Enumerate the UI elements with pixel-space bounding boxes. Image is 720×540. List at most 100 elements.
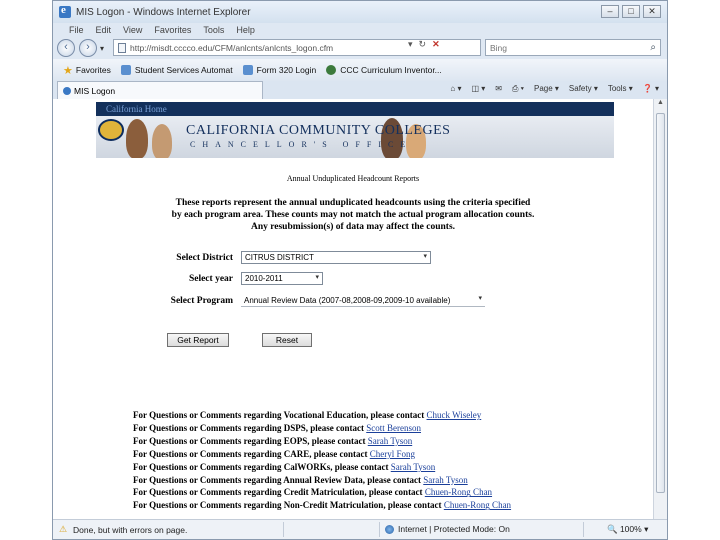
safety-menu[interactable]: Safety ▾ xyxy=(569,84,598,94)
home-icon[interactable]: ⌂ ▾ xyxy=(450,84,461,94)
year-value: 2010-2011 xyxy=(245,274,283,283)
tab-mis-logon[interactable]: MIS Logon xyxy=(57,81,263,99)
menu-bar: File Edit View Favorites Tools Help xyxy=(53,23,667,37)
page-title: Annual Unduplicated Headcount Reports xyxy=(286,174,420,183)
favorite-link-form-320[interactable]: Form 320 Login xyxy=(242,65,317,75)
intro-text: These reports represent the annual undup… xyxy=(113,197,593,233)
site-nav-bar: California Home xyxy=(96,102,614,116)
chevron-down-icon: ▾ xyxy=(478,295,482,302)
search-box[interactable]: ⌕ xyxy=(485,39,661,56)
contact-link[interactable]: Cheryl Fong xyxy=(370,449,415,459)
program-label: Select Program xyxy=(170,295,233,306)
mail-icon[interactable]: ✉ xyxy=(495,84,502,94)
history-dropdown-icon[interactable]: ▾ xyxy=(100,44,104,53)
tools-menu[interactable]: Tools ▾ xyxy=(608,84,633,94)
menu-tools[interactable]: Tools xyxy=(203,25,224,35)
search-icon[interactable]: ⌕ xyxy=(650,42,656,53)
url-input[interactable] xyxy=(130,42,410,53)
feeds-icon[interactable]: ◫ ▾ xyxy=(472,84,486,94)
reset-button[interactable]: Reset xyxy=(262,333,312,347)
program-select[interactable]: Annual Review Data (2007-08,2008-09,2009… xyxy=(241,294,485,307)
maximize-button[interactable]: □ xyxy=(622,5,640,18)
menu-view[interactable]: View xyxy=(123,25,142,35)
refresh-icon[interactable]: ↻ xyxy=(419,39,427,50)
page-icon xyxy=(242,65,253,75)
menu-edit[interactable]: Edit xyxy=(96,25,112,35)
intro-line: by each program area. These counts may n… xyxy=(171,210,535,220)
window-controls: – □ ✕ xyxy=(601,5,661,18)
contact-line: For Questions or Comments regarding DSPS… xyxy=(133,422,653,435)
contact-link[interactable]: Chuen-Rong Chan xyxy=(425,487,492,497)
contact-line: For Questions or Comments regarding Annu… xyxy=(133,474,653,487)
safety-menu-label: Safety xyxy=(568,84,592,93)
globe-icon xyxy=(385,524,394,534)
close-button[interactable]: ✕ xyxy=(643,5,661,18)
year-label: Select year xyxy=(188,273,233,284)
status-text: Done, but with errors on page. xyxy=(73,524,188,535)
contact-line: For Questions or Comments regarding Cred… xyxy=(133,486,653,499)
favorite-link-student-services[interactable]: Student Services Automat xyxy=(120,65,233,75)
contact-line: For Questions or Comments regarding CalW… xyxy=(133,461,653,474)
menu-file[interactable]: File xyxy=(69,25,84,35)
contact-text: For Questions or Comments regarding Non-… xyxy=(133,500,444,511)
page-menu-label: Page xyxy=(533,84,553,93)
program-value: Annual Review Data (2007-08,2008-09,2009… xyxy=(244,295,451,305)
contact-text: For Questions or Comments regarding CalW… xyxy=(133,461,391,472)
help-icon[interactable]: ❓ ▾ xyxy=(643,84,659,94)
search-input[interactable] xyxy=(490,42,630,53)
print-icon[interactable]: ⎙ ▾ xyxy=(512,84,524,94)
contact-link[interactable]: Sarah Tyson xyxy=(423,475,467,485)
favorites-label: Favorites xyxy=(75,65,111,75)
address-dropdown-icon[interactable]: ▾ xyxy=(408,39,413,50)
favorite-label: Form 320 Login xyxy=(256,65,317,75)
favorite-label: CCC Curriculum Inventor... xyxy=(340,65,442,75)
zoom-control[interactable]: 🔍 100% ▾ xyxy=(607,524,648,535)
contact-text: For Questions or Comments regarding CARE… xyxy=(133,448,370,459)
contact-link[interactable]: Sarah Tyson xyxy=(391,462,435,472)
contact-text: For Questions or Comments regarding Annu… xyxy=(133,474,424,485)
security-zone[interactable]: Internet | Protected Mode: On xyxy=(385,524,510,534)
contact-link[interactable]: Chuen-Rong Chan xyxy=(444,500,511,510)
contact-text: For Questions or Comments regarding Voca… xyxy=(133,410,427,420)
chevron-down-icon: ▾ xyxy=(315,274,319,281)
star-icon: ★ xyxy=(63,64,73,77)
minimize-button[interactable]: – xyxy=(601,5,619,18)
favorite-link-curriculum[interactable]: CCC Curriculum Inventor... xyxy=(326,65,442,75)
contact-link[interactable]: Sarah Tyson xyxy=(368,436,412,446)
menu-help[interactable]: Help xyxy=(236,25,255,35)
contact-line: For Questions or Comments regarding CARE… xyxy=(133,448,653,461)
scroll-up-icon[interactable]: ▲ xyxy=(654,99,667,111)
page-menu[interactable]: Page ▾ xyxy=(534,84,559,94)
tab-label: MIS Logon xyxy=(74,85,116,96)
chevron-down-icon: ▾ xyxy=(423,253,427,260)
back-button[interactable]: ‹ xyxy=(57,39,75,57)
zone-text: Internet | Protected Mode: On xyxy=(398,524,510,534)
contact-text: For Questions or Comments regarding DSPS… xyxy=(133,422,367,433)
forward-button[interactable]: › xyxy=(79,39,97,57)
warning-icon[interactable]: ⚠ xyxy=(59,525,69,534)
get-report-button[interactable]: Get Report xyxy=(167,333,229,347)
browser-window: MIS Logon - Windows Internet Explorer – … xyxy=(52,0,668,540)
ie-icon xyxy=(59,4,71,18)
address-tools: ▾ ↻ ✕ xyxy=(408,39,440,50)
menu-favorites[interactable]: Favorites xyxy=(154,25,191,35)
stop-icon[interactable]: ✕ xyxy=(432,39,440,50)
intro-line: Any resubmission(s) of data may affect t… xyxy=(250,222,456,232)
status-divider xyxy=(583,522,584,537)
program-row: Select Program Annual Review Data (2007-… xyxy=(153,294,485,307)
contacts-list: For Questions or Comments regarding Voca… xyxy=(133,409,653,512)
district-select[interactable]: CITRUS DISTRICT ▾ xyxy=(241,251,431,264)
scroll-thumb[interactable] xyxy=(656,113,665,493)
year-select[interactable]: 2010-2011 ▾ xyxy=(241,272,323,285)
contact-line: For Questions or Comments regarding Non-… xyxy=(133,499,653,512)
page-content: California Home CALIFORNIA COMMUNITY COL… xyxy=(53,99,653,519)
status-divider xyxy=(283,522,284,537)
contact-link[interactable]: Scott Berenson xyxy=(366,423,421,433)
california-home-link[interactable]: California Home xyxy=(106,104,167,114)
address-row: ‹ › ▾ ▾ ↻ ✕ ⌕ xyxy=(53,37,667,59)
contact-link[interactable]: Chuck Wiseley xyxy=(427,410,482,420)
seal-logo xyxy=(98,119,124,141)
favorites-button[interactable]: ★ Favorites xyxy=(63,64,111,77)
contact-text: For Questions or Comments regarding EOPS… xyxy=(133,435,368,446)
vertical-scrollbar[interactable]: ▲ xyxy=(653,99,667,519)
